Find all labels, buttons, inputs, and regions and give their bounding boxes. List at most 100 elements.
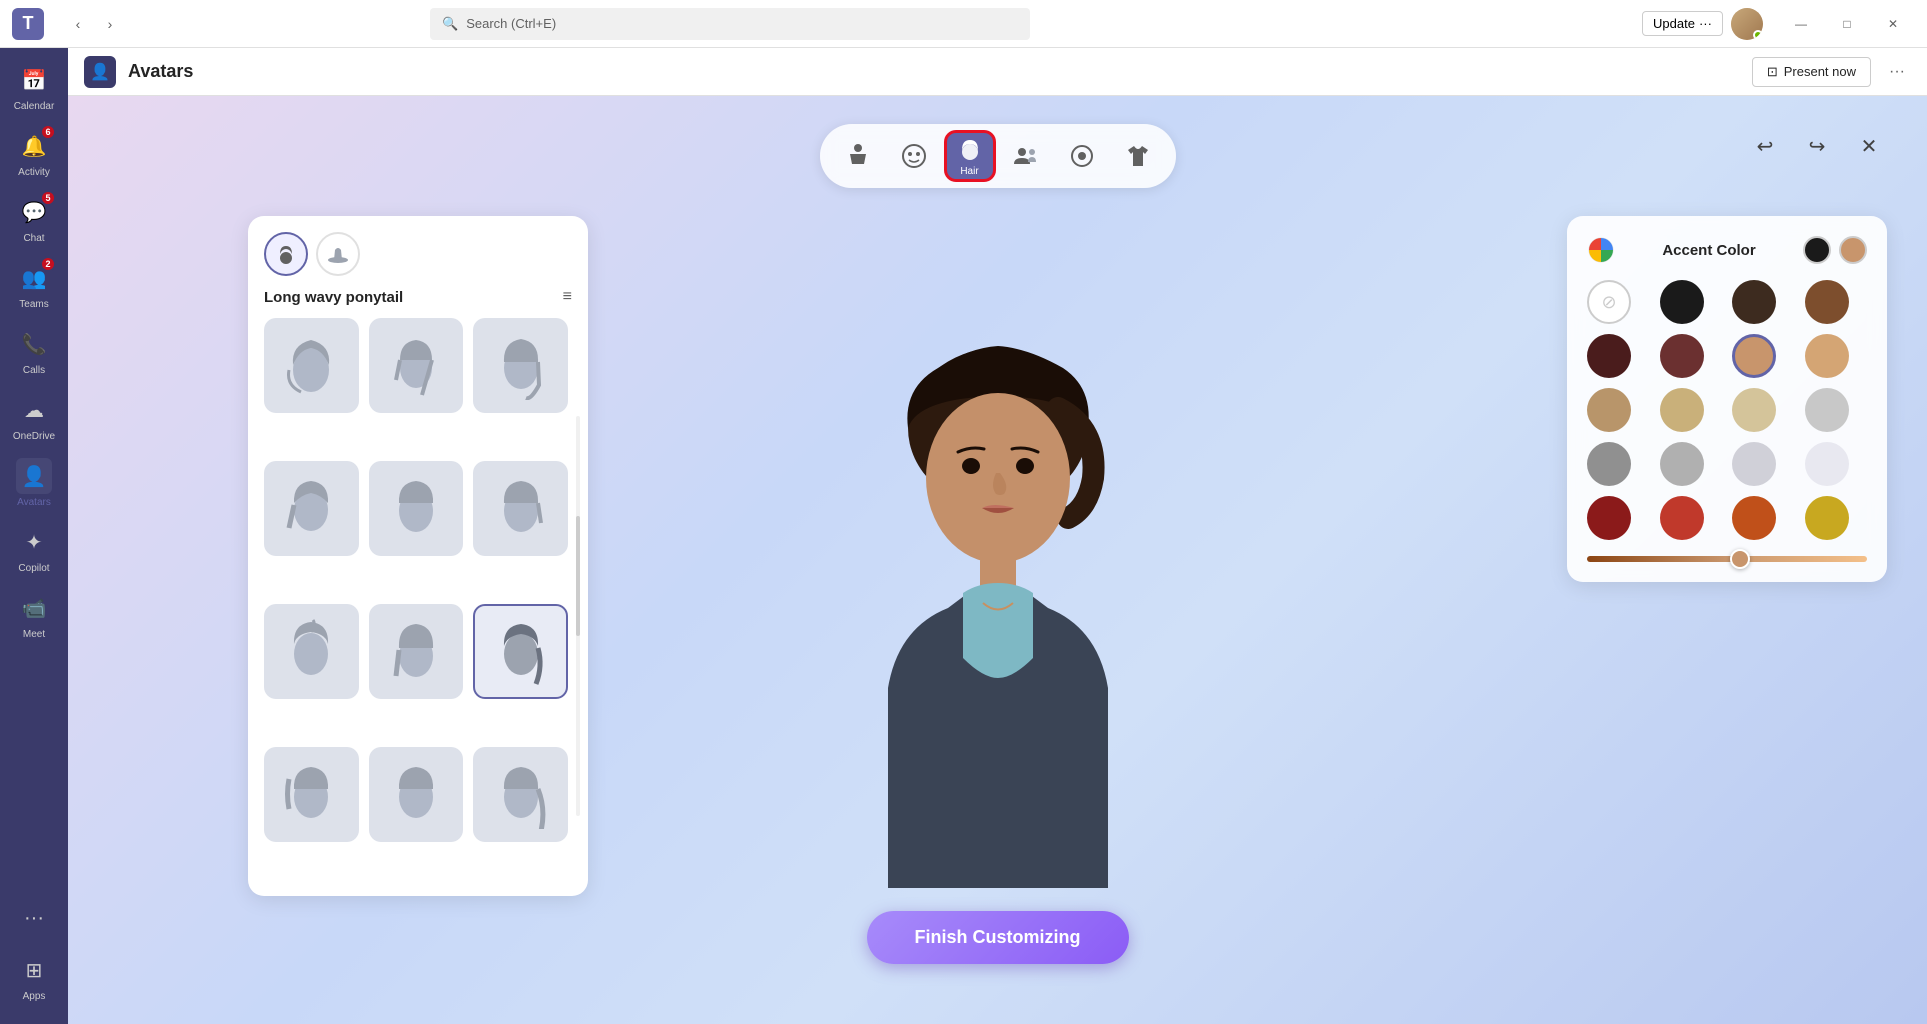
hair-item[interactable] bbox=[264, 461, 359, 556]
chat-badge: 5 bbox=[40, 190, 56, 206]
selected-color-2[interactable] bbox=[1839, 236, 1867, 264]
sidebar-item-avatars[interactable]: 👤 Avatars bbox=[8, 452, 60, 514]
minimize-button[interactable]: — bbox=[1779, 8, 1823, 40]
title-bar: T ‹ › 🔍 Search (Ctrl+E) Update ··· — □ ✕ bbox=[0, 0, 1927, 48]
present-now-button[interactable]: ⊡ Present now bbox=[1752, 57, 1871, 87]
hair-item[interactable] bbox=[473, 461, 568, 556]
category-clothing[interactable] bbox=[1112, 130, 1164, 182]
avatar-svg bbox=[808, 308, 1188, 908]
meet-icon: 📹 bbox=[22, 596, 47, 621]
category-hair[interactable]: Hair bbox=[944, 130, 996, 182]
sidebar-item-chat[interactable]: 💬 5 Chat bbox=[8, 188, 60, 250]
forward-button[interactable]: › bbox=[96, 10, 124, 38]
sidebar-item-calls[interactable]: 📞 Calls bbox=[8, 320, 60, 382]
hair-item[interactable] bbox=[369, 318, 464, 413]
color-golden[interactable] bbox=[1587, 388, 1631, 432]
hat-tab[interactable] bbox=[316, 232, 360, 276]
hair-item[interactable] bbox=[369, 461, 464, 556]
selected-color-1[interactable] bbox=[1803, 236, 1831, 264]
selected-colors bbox=[1803, 236, 1867, 264]
update-more-icon: ··· bbox=[1699, 16, 1712, 31]
redo-button[interactable]: ↪ bbox=[1799, 128, 1835, 164]
hair-panel: Long wavy ponytail ≡ bbox=[248, 216, 588, 896]
avatars-icon: 👤 bbox=[22, 464, 47, 489]
category-body[interactable] bbox=[832, 130, 884, 182]
color-gray[interactable] bbox=[1587, 442, 1631, 486]
activity-badge: 6 bbox=[40, 124, 56, 140]
page-title: Avatars bbox=[128, 61, 193, 82]
color-light-caramel[interactable] bbox=[1805, 334, 1849, 378]
sidebar-item-meet[interactable]: 📹 Meet bbox=[8, 584, 60, 646]
update-label: Update bbox=[1653, 16, 1695, 31]
hair-panel-tabs bbox=[264, 232, 572, 276]
search-bar[interactable]: 🔍 Search (Ctrl+E) bbox=[430, 8, 1030, 40]
color-brown[interactable] bbox=[1805, 280, 1849, 324]
sidebar-item-onedrive[interactable]: ☁ OneDrive bbox=[8, 386, 60, 448]
hair-item[interactable] bbox=[473, 318, 568, 413]
category-accessories[interactable] bbox=[1056, 130, 1108, 182]
sidebar-label-activity: Activity bbox=[18, 167, 50, 178]
meet-icon-wrap: 📹 bbox=[16, 590, 52, 626]
category-face[interactable] bbox=[888, 130, 940, 182]
color-slider[interactable] bbox=[1587, 556, 1867, 562]
update-button[interactable]: Update ··· bbox=[1642, 11, 1723, 36]
page-header-icon: 👤 bbox=[84, 56, 116, 88]
color-light-gray[interactable] bbox=[1660, 442, 1704, 486]
color-dark-brown[interactable] bbox=[1732, 280, 1776, 324]
color-black[interactable] bbox=[1660, 280, 1704, 324]
user-avatar[interactable] bbox=[1731, 8, 1763, 40]
copilot-icon-wrap: ✦ bbox=[16, 524, 52, 560]
header-more-button[interactable]: ··· bbox=[1883, 58, 1911, 86]
sidebar-item-calendar[interactable]: 📅 Calendar bbox=[8, 56, 60, 118]
filter-icon[interactable]: ≡ bbox=[563, 288, 572, 306]
sidebar-item-more[interactable]: ··· bbox=[8, 894, 60, 942]
color-caramel[interactable] bbox=[1732, 334, 1776, 378]
color-auburn[interactable] bbox=[1660, 334, 1704, 378]
workspace-close-button[interactable]: ✕ bbox=[1851, 128, 1887, 164]
color-white-silver[interactable] bbox=[1805, 442, 1849, 486]
color-none[interactable]: ⊘ bbox=[1587, 280, 1631, 324]
google-colors-icon bbox=[1587, 236, 1615, 264]
accent-color-title: Accent Color bbox=[1662, 242, 1755, 259]
color-red[interactable] bbox=[1660, 496, 1704, 540]
hair-item[interactable] bbox=[264, 604, 359, 699]
color-dark-auburn[interactable] bbox=[1587, 334, 1631, 378]
sidebar-label-chat: Chat bbox=[23, 233, 44, 244]
color-light-golden[interactable] bbox=[1660, 388, 1704, 432]
scrollbar-thumb[interactable] bbox=[576, 516, 580, 636]
sidebar-item-activity[interactable]: 🔔 6 Activity bbox=[8, 122, 60, 184]
back-button[interactable]: ‹ bbox=[64, 10, 92, 38]
undo-button[interactable]: ↩ bbox=[1747, 128, 1783, 164]
hair-item[interactable] bbox=[264, 318, 359, 413]
color-dark-red[interactable] bbox=[1587, 496, 1631, 540]
finish-customizing-button[interactable]: Finish Customizing bbox=[867, 911, 1129, 964]
hair-item[interactable] bbox=[369, 604, 464, 699]
color-light-brown[interactable] bbox=[1732, 388, 1776, 432]
avatar-preview bbox=[808, 308, 1188, 908]
maximize-button[interactable]: □ bbox=[1825, 8, 1869, 40]
hair-style-tab[interactable] bbox=[264, 232, 308, 276]
content-area: 👤 Avatars ⊡ Present now ··· bbox=[68, 48, 1927, 1024]
sidebar: 📅 Calendar 🔔 6 Activity 💬 5 Chat 👥 2 Tea… bbox=[0, 48, 68, 1024]
hair-item[interactable] bbox=[264, 747, 359, 842]
hair-item[interactable] bbox=[369, 747, 464, 842]
sidebar-item-copilot[interactable]: ✦ Copilot bbox=[8, 518, 60, 580]
hair-panel-header: Long wavy ponytail ≡ bbox=[264, 288, 572, 306]
color-silver[interactable] bbox=[1732, 442, 1776, 486]
sidebar-label-onedrive: OneDrive bbox=[13, 431, 55, 442]
color-orange-red[interactable] bbox=[1732, 496, 1776, 540]
hair-item[interactable] bbox=[473, 747, 568, 842]
sidebar-item-apps[interactable]: ⊞ Apps bbox=[8, 946, 60, 1008]
workspace-controls: ↩ ↪ ✕ bbox=[1747, 128, 1887, 164]
hair-item-selected[interactable] bbox=[473, 604, 568, 699]
avatars-icon-wrap: 👤 bbox=[16, 458, 52, 494]
color-golden-yellow[interactable] bbox=[1805, 496, 1849, 540]
calls-icon: 📞 bbox=[22, 332, 47, 357]
hair-category-label: Hair bbox=[960, 166, 978, 177]
color-platinum[interactable] bbox=[1805, 388, 1849, 432]
sidebar-item-teams[interactable]: 👥 2 Teams bbox=[8, 254, 60, 316]
window-controls: — □ ✕ bbox=[1779, 8, 1915, 40]
category-group[interactable] bbox=[1000, 130, 1052, 182]
teams-badge: 2 bbox=[40, 256, 56, 272]
close-button[interactable]: ✕ bbox=[1871, 8, 1915, 40]
